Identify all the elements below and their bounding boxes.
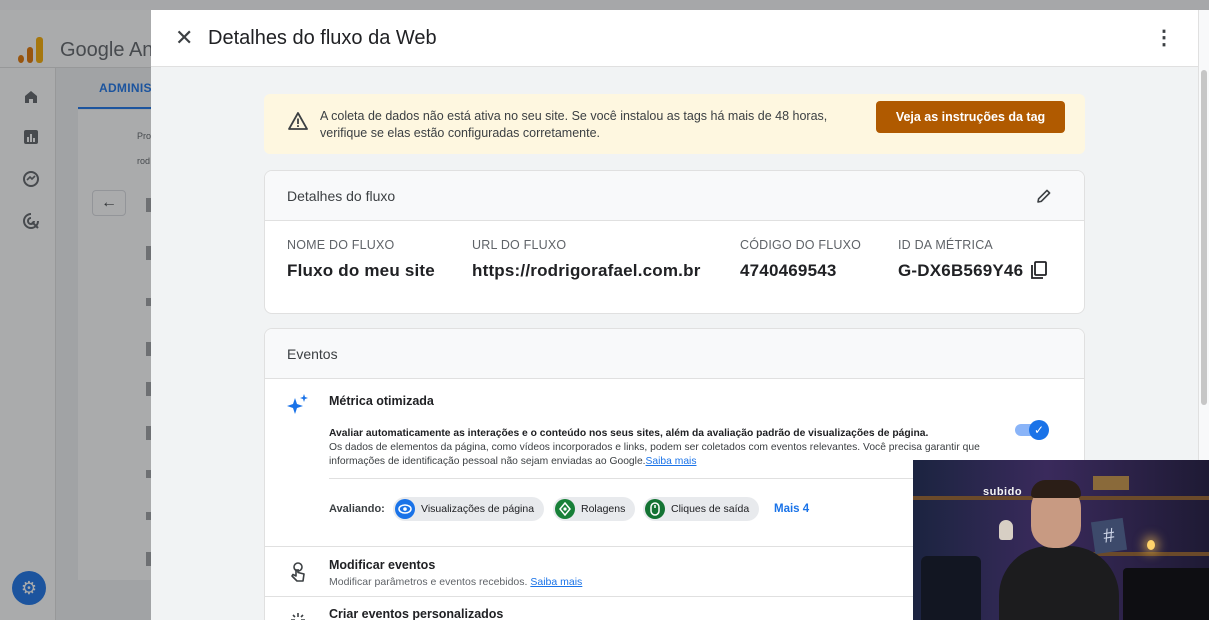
enhanced-measurement-title: Métrica otimizada bbox=[329, 394, 434, 408]
chip-scrolls[interactable]: Rolagens bbox=[553, 497, 636, 521]
chip-outbound-clicks[interactable]: Cliques de saída bbox=[643, 497, 760, 521]
measurement-id-value: G-DX6B569Y46 bbox=[898, 261, 1024, 280]
evaluating-label: Avaliando: bbox=[329, 503, 385, 515]
stream-details-title: Detalhes do fluxo bbox=[287, 188, 396, 204]
mouse-icon bbox=[645, 499, 665, 519]
enhanced-measurement-toggle[interactable]: ✓ bbox=[1015, 420, 1049, 440]
copy-icon[interactable] bbox=[1031, 261, 1048, 279]
touch-gesture-icon bbox=[291, 562, 305, 582]
stream-id-label: CÓDIGO DO FLUXO bbox=[740, 238, 862, 252]
drawer-title: Detalhes do fluxo da Web bbox=[208, 27, 437, 49]
drawer-header: ✕ Detalhes do fluxo da Web ⋮ bbox=[151, 10, 1198, 67]
events-title: Eventos bbox=[287, 346, 338, 362]
presenter-body bbox=[999, 546, 1119, 620]
close-icon[interactable]: ✕ bbox=[175, 26, 193, 50]
more-events-link[interactable]: Mais 4 bbox=[774, 503, 809, 515]
speaker-stand bbox=[921, 556, 981, 620]
scroll-icon bbox=[555, 499, 575, 519]
data-collection-alert: A coleta de dados não está ativa no seu … bbox=[264, 94, 1085, 154]
stream-id-field: CÓDIGO DO FLUXO 4740469543 bbox=[740, 238, 861, 281]
measurement-id-field: ID DA MÉTRICA G-DX6B569Y46 bbox=[898, 238, 1048, 281]
measurement-id-label: ID DA MÉTRICA bbox=[898, 238, 993, 252]
check-icon: ✓ bbox=[1029, 420, 1049, 440]
stream-name-label: NOME DO FLUXO bbox=[287, 238, 395, 252]
lamp-decoration bbox=[1147, 540, 1155, 550]
create-sparkle-icon bbox=[291, 613, 305, 620]
stream-url-value: https://rodrigorafael.com.br bbox=[472, 261, 701, 280]
enhanced-description-bold: Avaliar automaticamente as interações e … bbox=[329, 428, 929, 439]
eye-icon bbox=[395, 499, 415, 519]
chip-page-views[interactable]: Visualizações de página bbox=[393, 497, 545, 521]
bust-decoration bbox=[999, 520, 1013, 540]
more-vert-icon[interactable]: ⋮ bbox=[1154, 26, 1174, 50]
stream-url-label: URL DO FLUXO bbox=[472, 238, 567, 252]
modify-learn-more-link[interactable]: Saiba mais bbox=[530, 576, 582, 588]
books-decoration bbox=[1093, 476, 1129, 490]
learn-more-link[interactable]: Saiba mais bbox=[646, 456, 697, 467]
stream-name-field: NOME DO FLUXO Fluxo do meu site bbox=[287, 238, 435, 281]
monitor-decoration bbox=[1123, 568, 1209, 620]
neon-sign: subido bbox=[983, 486, 1023, 498]
chip-page-views-label: Visualizações de página bbox=[421, 503, 535, 515]
create-events-title: Criar eventos personalizados bbox=[329, 607, 504, 620]
events-header: Eventos bbox=[265, 329, 1084, 379]
tag-instructions-button[interactable]: Veja as instruções da tag bbox=[876, 101, 1065, 133]
stream-details-card: Detalhes do fluxo NOME DO FLUXO Fluxo do… bbox=[264, 170, 1085, 314]
stream-details-header: Detalhes do fluxo bbox=[265, 171, 1084, 221]
webcam-overlay: subido # bbox=[913, 460, 1209, 620]
stream-name-value: Fluxo do meu site bbox=[287, 261, 435, 280]
presenter-hair bbox=[1031, 480, 1081, 498]
sparkle-icon bbox=[287, 394, 308, 414]
stream-url-field: URL DO FLUXO https://rodrigorafael.com.b… bbox=[472, 238, 701, 281]
modify-events-subtitle: Modificar parâmetros e eventos recebidos… bbox=[329, 576, 583, 588]
hashtag-sign-icon: # bbox=[1090, 517, 1128, 555]
stream-id-value: 4740469543 bbox=[740, 261, 837, 280]
alert-message: A coleta de dados não está ativa no seu … bbox=[320, 109, 828, 140]
warning-icon bbox=[288, 112, 308, 130]
page-scrollbar-thumb[interactable] bbox=[1201, 70, 1207, 405]
modify-events-title: Modificar eventos bbox=[329, 558, 436, 572]
edit-pencil-icon[interactable] bbox=[1034, 186, 1054, 206]
